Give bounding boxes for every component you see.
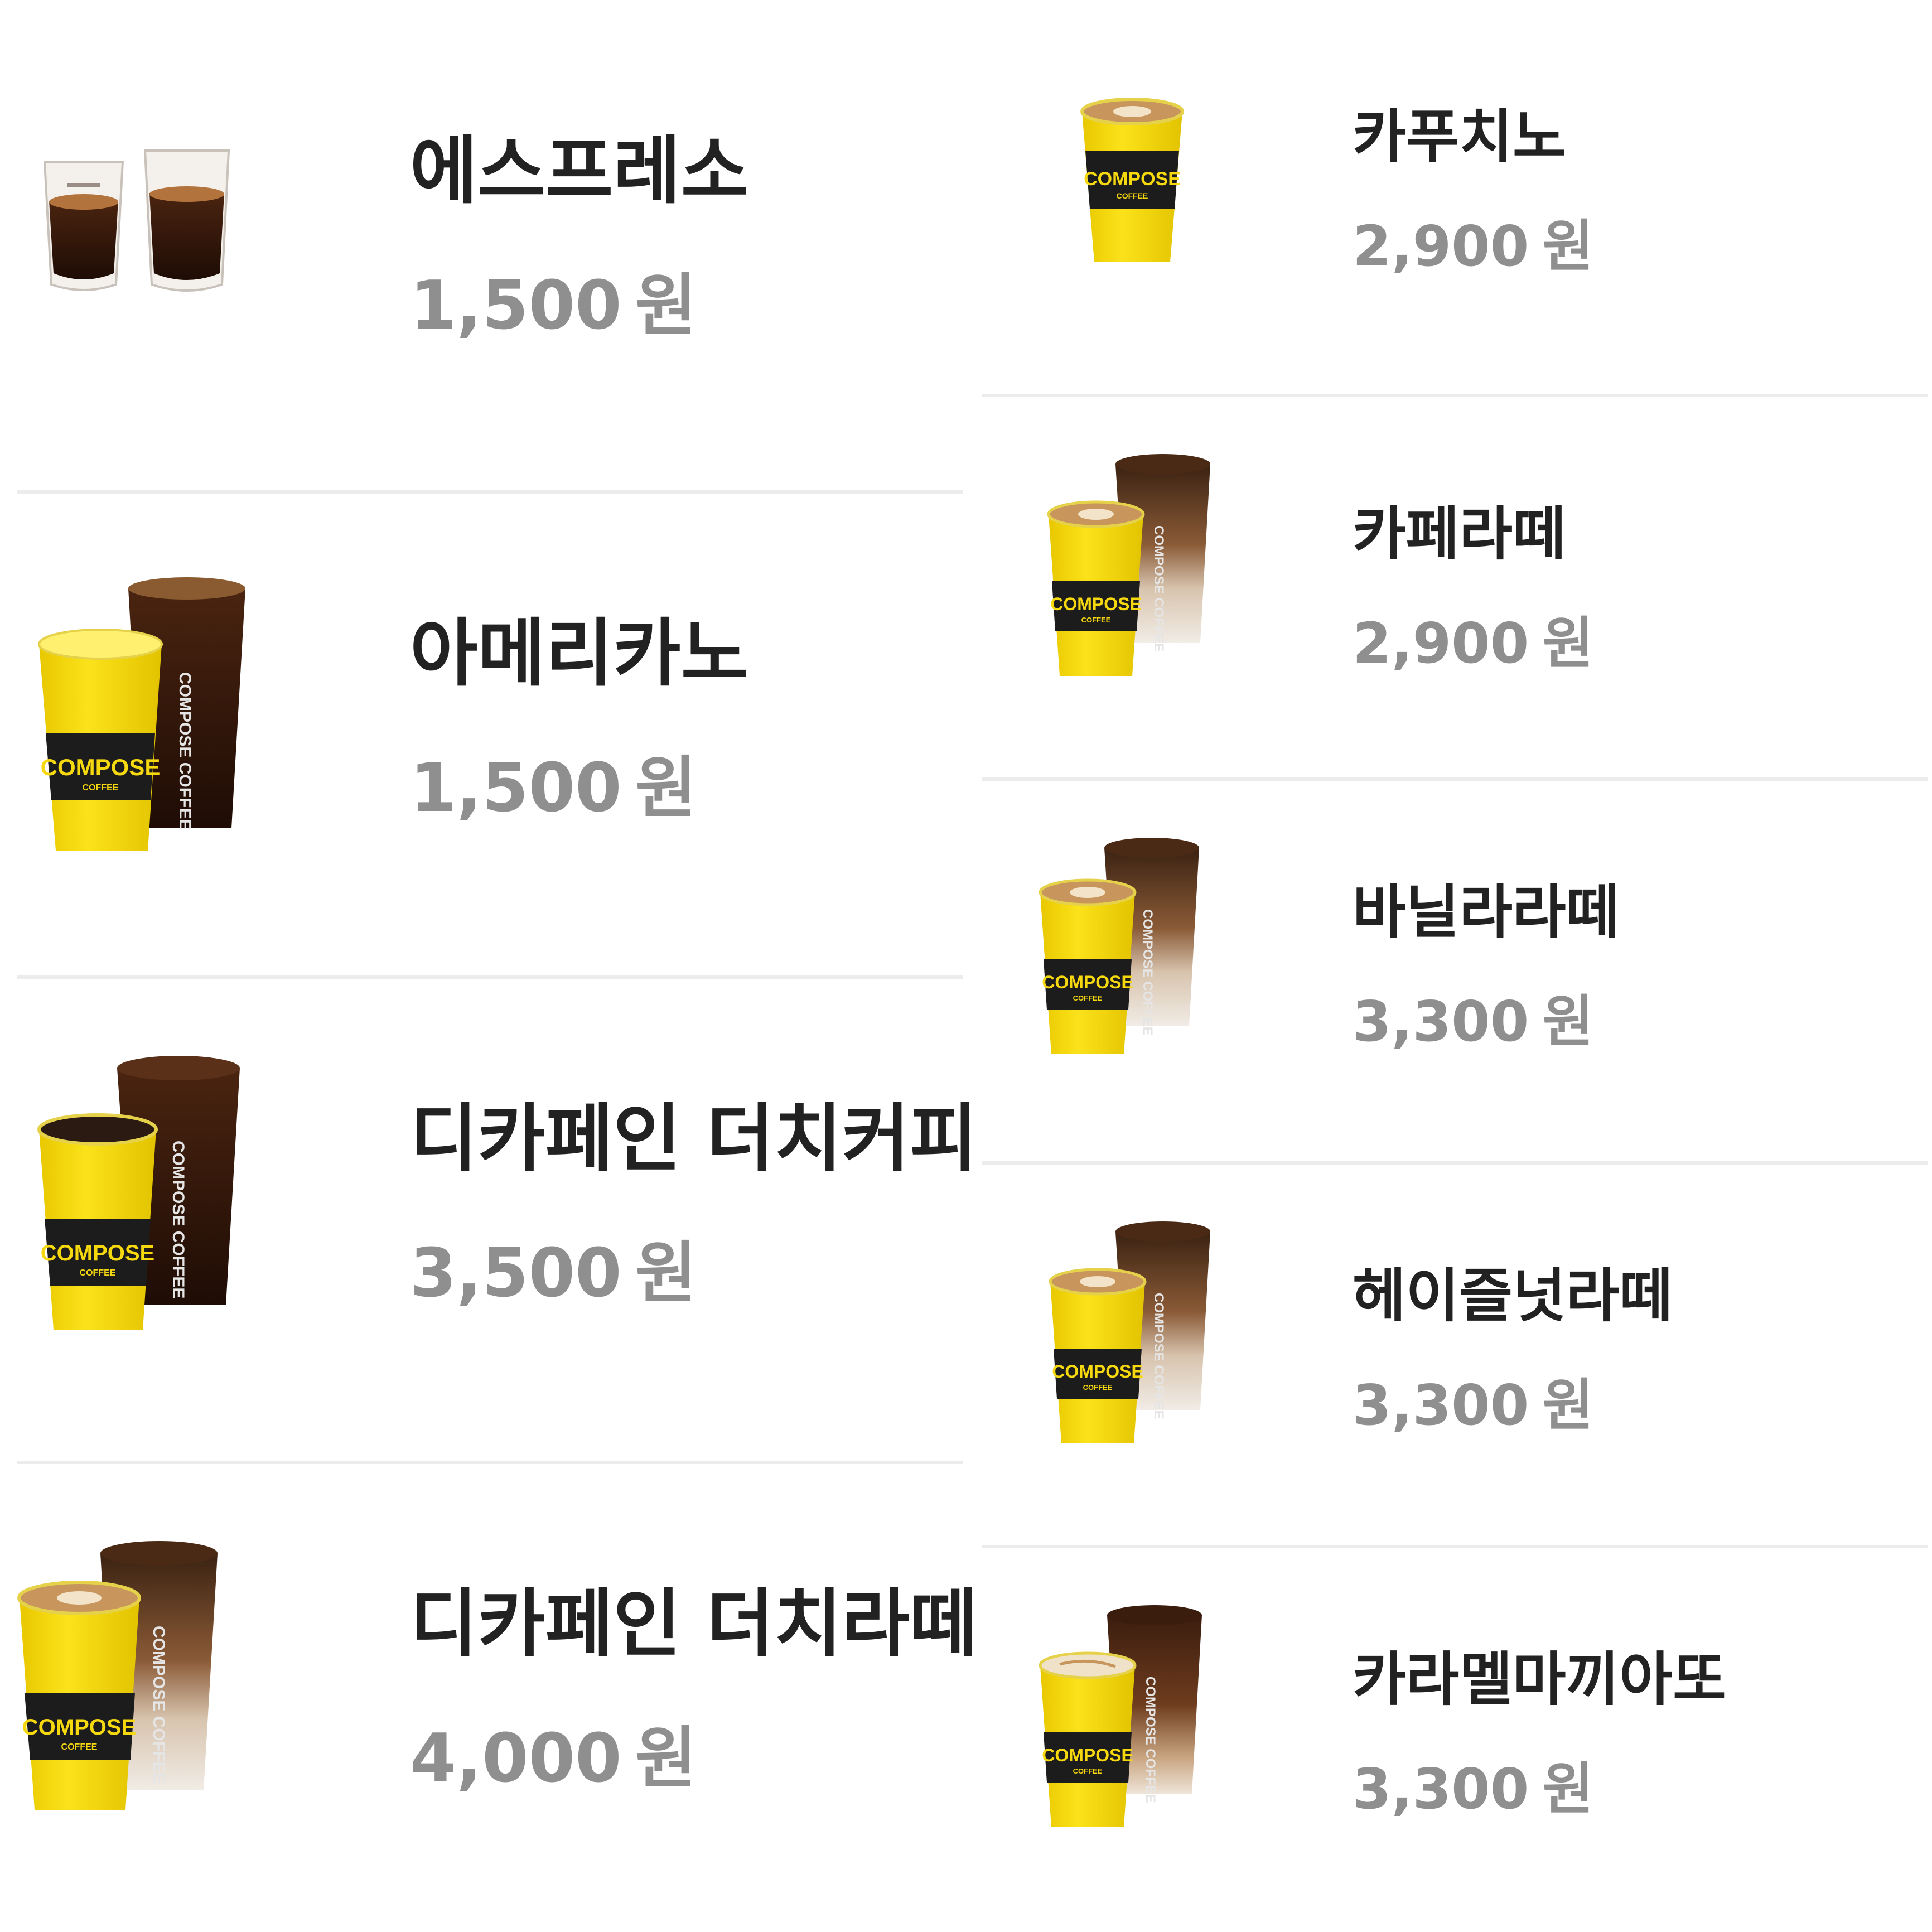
menu-item-name: 카페라떼 [1353, 500, 1566, 568]
menu-item-price: 2,900 원 [1353, 598, 1593, 679]
espresso-image [28, 139, 318, 441]
caramel-macchiato-image: COMPOSE COFFEE COMPOSE COFFEE [1037, 1604, 1327, 1905]
price-value: 3,300 [1353, 989, 1529, 1054]
menu-item-price: 3,500 원 [410, 1219, 697, 1316]
currency-unit: 원 [635, 1720, 697, 1798]
cafe-latte-image: COMPOSE COFFEE COMPOSE COFFEE [1043, 453, 1333, 754]
svg-text:COMPOSE: COMPOSE [1050, 594, 1142, 614]
menu-item-price: 3,300 원 [1353, 976, 1593, 1057]
vanilla-latte-image: COMPOSE COFFEE COMPOSE COFFEE [1037, 837, 1327, 1138]
menu-item-vanilla-latte[interactable]: COMPOSE COFFEE COMPOSE COFFEE 바닐라라떼 3,30… [982, 781, 1928, 1165]
menu-item-name: 디카페인 더치커피 [410, 1096, 978, 1182]
menu-item-decaf-dutch-coffee[interactable]: COMPOSE COFFEE COMPOSE COFFEE 디카페인 더치커피 … [17, 979, 977, 1464]
svg-text:COMPOSE: COMPOSE [22, 1715, 136, 1740]
hazelnut-latte-image: COMPOSE COFFEE COMPOSE COFFEE [1046, 1220, 1336, 1522]
menu-item-name: 에스프레소 [410, 128, 749, 214]
currency-unit: 원 [1542, 1756, 1594, 1822]
svg-text:COMPOSE COFFEE: COMPOSE COFFEE [1151, 1293, 1166, 1419]
currency-unit: 원 [1542, 611, 1594, 676]
svg-text:COFFEE: COFFEE [1083, 1383, 1113, 1392]
price-value: 2,900 [1353, 611, 1529, 676]
svg-text:COMPOSE: COMPOSE [1052, 1361, 1143, 1382]
price-value: 4,000 [410, 1720, 622, 1798]
menu-item-decaf-dutch-latte[interactable]: COMPOSE COFFEE COMPOSE COFFEE 디카페인 더치라떼 … [17, 1464, 977, 1932]
svg-text:COMPOSE COFFEE: COMPOSE COFFEE [1143, 1677, 1158, 1803]
menu-item-price: 2,900 원 [1353, 201, 1593, 282]
svg-text:COMPOSE COFFEE: COMPOSE COFFEE [1151, 525, 1166, 652]
svg-text:COMPOSE: COMPOSE [41, 754, 161, 780]
menu-item-name: 카라멜마끼아또 [1353, 1645, 1726, 1713]
cappuccino-image: COMPOSE COFFEE [1076, 95, 1366, 396]
price-value: 3,500 [410, 1235, 622, 1312]
menu-item-name: 헤이즐넛라떼 [1353, 1262, 1673, 1330]
menu-item-price: 1,500 원 [410, 733, 697, 830]
menu-item-name: 아메리카노 [410, 611, 749, 697]
svg-text:COFFEE: COFFEE [61, 1742, 98, 1752]
menu-item-name: 카푸치노 [1353, 103, 1566, 171]
menu-item-price: 3,300 원 [1353, 1743, 1593, 1824]
svg-text:COMPOSE: COMPOSE [1042, 972, 1133, 992]
price-value: 3,300 [1353, 1373, 1529, 1438]
menu-item-name: 바닐라라떼 [1353, 878, 1620, 946]
currency-unit: 원 [635, 750, 697, 827]
menu-item-name: 디카페인 더치라떼 [410, 1581, 978, 1667]
svg-text:COMPOSE: COMPOSE [41, 1241, 154, 1266]
price-value: 1,500 [410, 267, 622, 345]
menu-item-price: 4,000 원 [410, 1704, 697, 1801]
svg-text:COMPOSE COFFEE: COMPOSE COFFEE [176, 672, 194, 830]
currency-unit: 원 [1542, 214, 1594, 279]
svg-text:COFFEE: COFFEE [1073, 1767, 1103, 1775]
svg-text:COFFEE: COFFEE [83, 783, 119, 793]
svg-text:COFFEE: COFFEE [80, 1268, 116, 1278]
menu-item-cafe-latte[interactable]: COMPOSE COFFEE COMPOSE COFFEE 카페라떼 2,900… [982, 397, 1928, 781]
menu-item-price: 3,300 원 [1353, 1360, 1593, 1441]
menu-item-hazelnut-latte[interactable]: COMPOSE COFFEE COMPOSE COFFEE 헤이즐넛라떼 3,3… [982, 1165, 1928, 1548]
menu-item-espresso[interactable]: 에스프레소 1,500 원 [17, 0, 963, 494]
svg-text:COMPOSE: COMPOSE [1042, 1745, 1133, 1765]
svg-text:COMPOSE COFFEE: COMPOSE COFFEE [1140, 909, 1155, 1036]
price-value: 3,300 [1353, 1756, 1529, 1822]
svg-text:COFFEE: COFFEE [1117, 191, 1148, 200]
menu-item-price: 1,500 원 [410, 251, 697, 348]
currency-unit: 원 [635, 1235, 697, 1312]
menu-item-cappuccino[interactable]: COMPOSE COFFEE 카푸치노 2,900 원 [982, 0, 1928, 397]
svg-text:COMPOSE COFFEE: COMPOSE COFFEE [149, 1626, 168, 1784]
currency-unit: 원 [1542, 1373, 1594, 1438]
svg-text:COMPOSE: COMPOSE [1084, 168, 1181, 190]
price-value: 2,900 [1353, 214, 1529, 279]
svg-text:COMPOSE COFFEE: COMPOSE COFFEE [169, 1141, 187, 1298]
decaf-dutch-coffee-image: COMPOSE COFFEE COMPOSE COFFEE [33, 1051, 323, 1353]
svg-text:COFFEE: COFFEE [1073, 994, 1103, 1002]
svg-text:COFFEE: COFFEE [1081, 616, 1111, 624]
currency-unit: 원 [1542, 989, 1594, 1054]
menu-item-americano[interactable]: COMPOSE COFFEE COMPOSE COFFEE 아메리카노 1,50… [17, 494, 963, 979]
price-value: 1,500 [410, 750, 622, 827]
americano-image: COMPOSE COFFEE COMPOSE COFFEE [33, 566, 323, 867]
decaf-dutch-latte-image: COMPOSE COFFEE COMPOSE COFFEE [17, 1537, 307, 1838]
menu-item-caramel-macchiato[interactable]: COMPOSE COFFEE COMPOSE COFFEE 카라멜마끼아또 3,… [982, 1548, 1928, 1932]
currency-unit: 원 [635, 267, 697, 345]
